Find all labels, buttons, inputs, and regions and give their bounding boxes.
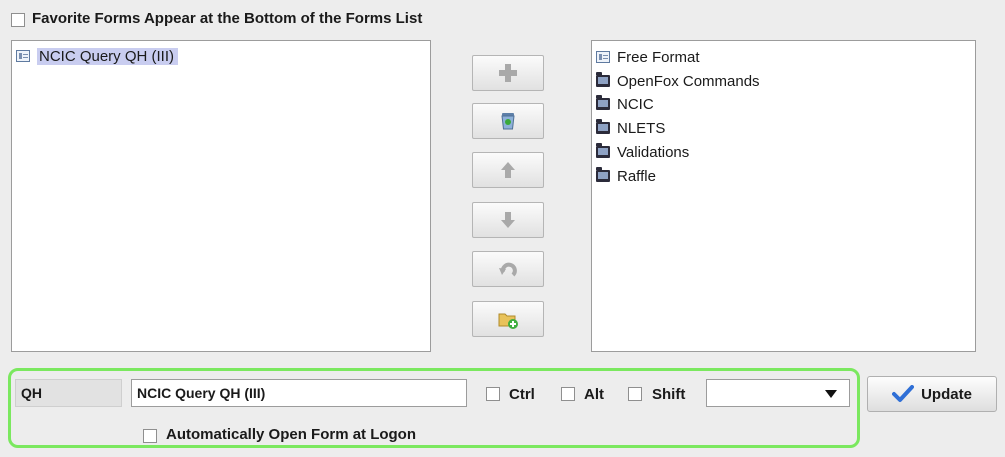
tree-item-free-format[interactable]: Free Format	[596, 46, 700, 68]
folder-icon	[596, 119, 610, 134]
form-name-field[interactable]: NCIC Query QH (III)	[131, 379, 467, 407]
undo-button[interactable]	[472, 251, 544, 287]
update-button[interactable]: Update	[867, 376, 997, 412]
auto-open-label: Automatically Open Form at Logon	[166, 426, 417, 443]
checkmark-icon	[892, 385, 915, 402]
tree-item-label: OpenFox Commands	[617, 72, 760, 90]
arrow-up-icon	[501, 162, 515, 178]
form-icon	[16, 50, 30, 62]
tree-item-raffle[interactable]: Raffle	[596, 165, 656, 187]
alt-checkbox[interactable]	[561, 387, 575, 401]
update-button-label: Update	[921, 385, 972, 403]
ctrl-checkbox[interactable]	[486, 387, 500, 401]
folder-icon	[596, 95, 610, 110]
add-to-favorites-button[interactable]	[472, 55, 544, 91]
new-folder-icon	[498, 313, 518, 329]
tree-item-label: NLETS	[617, 119, 666, 137]
form-code-field[interactable]: QH	[15, 379, 122, 407]
remove-from-favorites-button[interactable]	[472, 103, 544, 139]
folder-icon	[596, 72, 610, 87]
folder-icon	[596, 143, 610, 158]
shift-label: Shift	[652, 386, 686, 403]
tree-item-nlets[interactable]: NLETS	[596, 117, 665, 139]
shift-checkbox[interactable]	[628, 387, 642, 401]
list-item-label: NCIC Query QH (III)	[37, 47, 179, 65]
recycle-bin-icon	[501, 113, 515, 130]
move-up-button[interactable]	[472, 152, 544, 188]
favorite-forms-list[interactable]: NCIC Query QH (III)	[11, 40, 431, 352]
tree-item-ncic[interactable]: NCIC	[596, 93, 654, 115]
auto-open-checkbox[interactable]	[143, 429, 157, 443]
arrow-down-icon	[501, 212, 515, 228]
tree-item-label: NCIC	[617, 95, 654, 113]
alt-label: Alt	[584, 386, 604, 403]
tree-item-label: Validations	[617, 143, 690, 161]
hotkey-select[interactable]	[706, 379, 850, 407]
move-down-button[interactable]	[472, 202, 544, 238]
tree-item-label: Raffle	[617, 167, 656, 185]
chevron-down-icon	[825, 390, 837, 398]
new-folder-button[interactable]	[472, 301, 544, 337]
favorites-bottom-label: Favorite Forms Appear at the Bottom of t…	[32, 10, 423, 27]
ctrl-label: Ctrl	[509, 386, 535, 403]
folder-icon	[596, 167, 610, 182]
plus-icon	[499, 64, 517, 82]
forms-tree[interactable]: Free Format OpenFox Commands NCIC NLETS …	[591, 40, 976, 352]
tree-item-label: Free Format	[617, 48, 700, 66]
tree-item-validations[interactable]: Validations	[596, 141, 689, 163]
form-icon	[596, 51, 610, 63]
undo-icon	[499, 262, 517, 277]
list-item[interactable]: NCIC Query QH (III)	[16, 45, 179, 67]
favorites-bottom-checkbox[interactable]	[11, 13, 25, 27]
tree-item-openfox-commands[interactable]: OpenFox Commands	[596, 70, 760, 92]
